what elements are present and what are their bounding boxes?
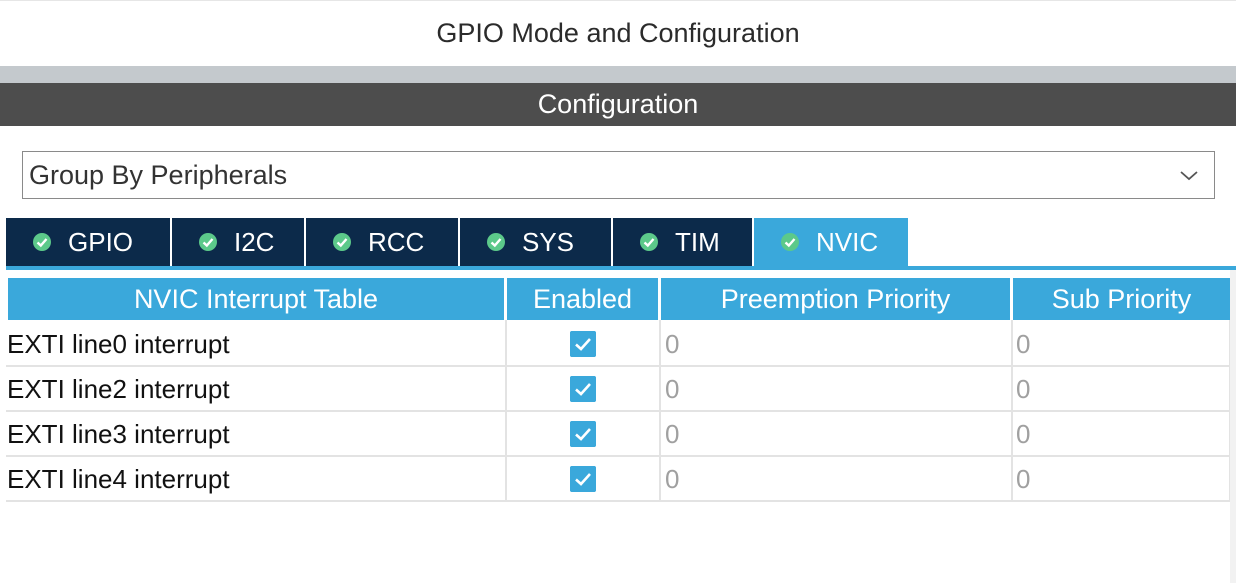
column-header-interrupt-table[interactable]: NVIC Interrupt Table bbox=[8, 278, 504, 320]
check-circle-icon bbox=[33, 233, 51, 251]
tab-underline bbox=[6, 266, 1236, 270]
enabled-checkbox[interactable] bbox=[570, 376, 596, 402]
preemption-priority-value[interactable]: 0 bbox=[665, 329, 679, 359]
column-header-enabled[interactable]: Enabled bbox=[507, 278, 658, 320]
row-divider bbox=[6, 365, 1230, 367]
preemption-priority-value[interactable]: 0 bbox=[665, 419, 679, 449]
interrupt-name: EXTI line4 interrupt bbox=[7, 464, 230, 494]
tab-tim[interactable]: TIM bbox=[613, 218, 754, 266]
sub-priority-value[interactable]: 0 bbox=[1016, 419, 1030, 449]
row-divider bbox=[6, 410, 1230, 412]
row-divider bbox=[6, 455, 1230, 457]
tab-label: SYS bbox=[522, 226, 575, 257]
enabled-checkbox[interactable] bbox=[570, 421, 596, 447]
tab-label: I2C bbox=[234, 226, 275, 257]
check-circle-icon bbox=[333, 233, 351, 251]
header-separator bbox=[0, 66, 1236, 83]
tab-label: GPIO bbox=[68, 226, 134, 257]
column-header-sub-priority[interactable]: Sub Priority bbox=[1013, 278, 1230, 320]
interrupt-name: EXTI line2 interrupt bbox=[7, 374, 230, 404]
tab-sys[interactable]: SYS bbox=[460, 218, 613, 266]
tab-label: RCC bbox=[368, 226, 425, 257]
interrupt-name: EXTI line0 interrupt bbox=[7, 329, 230, 359]
group-by-select[interactable]: Group By Peripherals bbox=[22, 151, 1215, 199]
peripheral-tabs: GPIO I2C RCC SYS TIM NVIC bbox=[6, 218, 910, 266]
panel-right-edge bbox=[1230, 270, 1236, 583]
sub-priority-value[interactable]: 0 bbox=[1016, 464, 1030, 494]
preemption-priority-value[interactable]: 0 bbox=[665, 374, 679, 404]
chevron-down-icon bbox=[1180, 171, 1198, 181]
configuration-bar: Configuration bbox=[0, 83, 1236, 126]
panel-title: GPIO Mode and Configuration bbox=[0, 0, 1236, 66]
enabled-checkbox[interactable] bbox=[570, 331, 596, 357]
tab-i2c[interactable]: I2C bbox=[172, 218, 306, 266]
sub-priority-value[interactable]: 0 bbox=[1016, 329, 1030, 359]
tab-label: NVIC bbox=[816, 226, 879, 257]
interrupt-name: EXTI line3 interrupt bbox=[7, 419, 230, 449]
tab-gpio[interactable]: GPIO bbox=[6, 218, 172, 266]
tab-nvic[interactable]: NVIC bbox=[754, 218, 910, 266]
preemption-priority-value[interactable]: 0 bbox=[665, 464, 679, 494]
enabled-checkbox[interactable] bbox=[570, 466, 596, 492]
check-circle-icon bbox=[199, 233, 217, 251]
tab-label: TIM bbox=[675, 226, 720, 257]
check-circle-icon bbox=[487, 233, 505, 251]
sub-priority-value[interactable]: 0 bbox=[1016, 374, 1030, 404]
row-divider bbox=[6, 500, 1230, 502]
gpio-configuration-panel: GPIO Mode and Configuration Configuratio… bbox=[0, 0, 1236, 583]
tab-rcc[interactable]: RCC bbox=[306, 218, 460, 266]
column-header-preemption-priority[interactable]: Preemption Priority bbox=[661, 278, 1010, 320]
check-circle-icon bbox=[781, 233, 799, 251]
check-circle-icon bbox=[640, 233, 658, 251]
group-by-select-value: Group By Peripherals bbox=[29, 159, 288, 190]
